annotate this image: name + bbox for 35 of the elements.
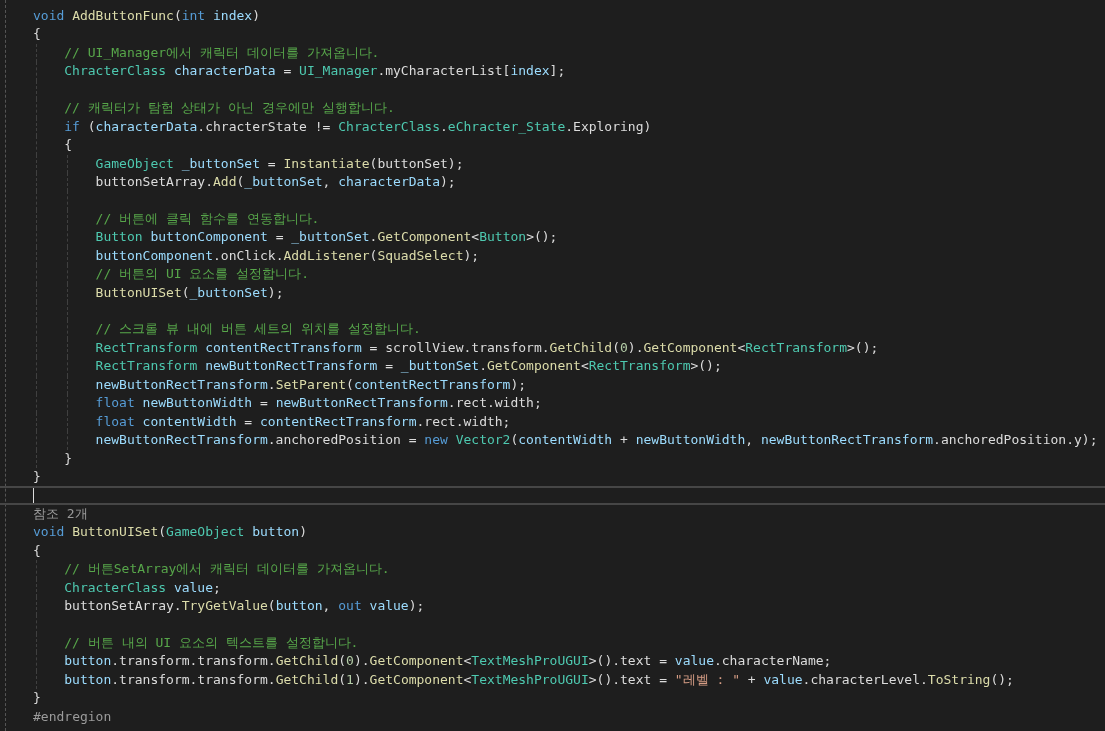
text-cursor: [33, 488, 34, 504]
code-line: buttonSetArray.TryGetValue(button, out value);: [64, 597, 425, 615]
code-line: float contentWidth = contentRectTransform.rect.width;: [95, 412, 511, 431]
code-line: button.transform.transform.GetChild(0).GetComponent<TextMeshProUGUI>().text = value.characterName;: [64, 652, 832, 671]
code-line: newButtonRectTransform.SetParent(contentRectTransform);: [95, 375, 527, 394]
code-line: void ButtonUISet(GameObject button): [33, 523, 307, 542]
code-line: // 캐릭터가 탐험 상태가 아닌 경우에만 실행합니다.: [64, 99, 395, 118]
code-line: }: [64, 449, 73, 468]
code-line: button.transform.transform.GetChild(1).GetComponent<TextMeshProUGUI>().text = "레벨 : " + value.characterLevel.ToString();: [64, 670, 1014, 689]
code-line: }: [33, 467, 41, 486]
code-line: Button buttonComponent = _buttonSet.GetComponent<Button>();: [95, 228, 558, 247]
code-line: buttonComponent.onClick.AddListener(SquadSelect);: [95, 246, 480, 265]
code-line: void AddButtonFunc(int index): [33, 7, 260, 25]
code-line: {: [64, 136, 73, 155]
reference-count-link[interactable]: 참조 2개: [33, 504, 88, 524]
code-line: // 버튼에 클릭 함수를 연동합니다.: [95, 209, 320, 228]
code-line: ChracterClass value;: [64, 578, 221, 597]
code-line: RectTransform contentRectTransform = scrollView.transform.GetChild(0).GetComponent<RectTransform>();: [95, 338, 879, 357]
code-line: }: [33, 689, 41, 708]
code-line: // UI_Manager에서 캐릭터 데이터를 가져옵니다.: [64, 43, 380, 62]
code-line: ChracterClass characterData = UI_Manager.myCharacterList[index];: [64, 62, 566, 81]
code-line: ButtonUISet(_buttonSet);: [95, 283, 284, 302]
code-line: // 버튼SetArray에서 캐릭터 데이터를 가져옵니다.: [64, 560, 390, 579]
code-line: buttonSetArray.Add(_buttonSet, characterData);: [95, 172, 456, 191]
code-line: newButtonRectTransform.anchoredPosition = new Vector2(contentWidth + newButtonWidth, newButtonRectTransform.anchoredPosition.y);: [95, 431, 1098, 450]
code-line: #endregion: [33, 707, 112, 726]
code-line: // 버튼의 UI 요소를 설정합니다.: [95, 265, 310, 284]
code-line: float newButtonWidth = newButtonRectTransform.rect.width;: [95, 394, 542, 413]
code-line: RectTransform newButtonRectTransform = _buttonSet.GetComponent<RectTransform>();: [95, 357, 722, 376]
code-line: // 스크롤 뷰 내에 버튼 세트의 위치를 설정합니다.: [95, 320, 421, 339]
code-line: // 버튼 내의 UI 요소의 텍스트를 설정합니다.: [64, 633, 359, 652]
code-line: GameObject _buttonSet = Instantiate(buttonSet);: [95, 154, 464, 173]
code-line: {: [33, 541, 41, 560]
code-line: if (characterData.chracterState != ChracterClass.eChracter_State.Exploring): [64, 117, 652, 136]
code-line: {: [33, 25, 41, 44]
